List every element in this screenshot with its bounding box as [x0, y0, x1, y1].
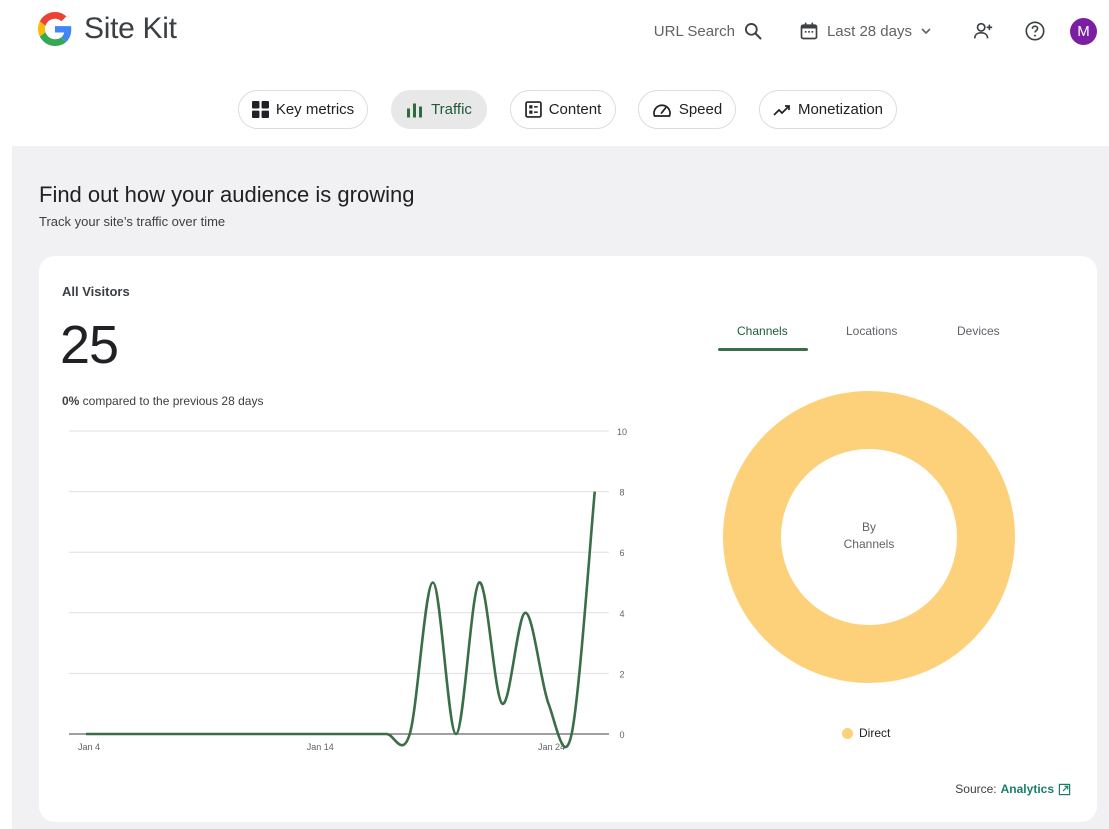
y-tick-label: 6 [619, 548, 624, 558]
tab-label: Key metrics [275, 101, 355, 118]
tab-label: Speed [678, 101, 723, 118]
tab-traffic[interactable]: Traffic [391, 90, 487, 129]
comparison-text: 0% compared to the previous 28 days [62, 394, 263, 408]
section-title: Find out how your audience is growing [39, 182, 415, 207]
section-subtitle: Track your site’s traffic over time [39, 214, 226, 229]
calendar-icon [800, 22, 818, 40]
analytics-link[interactable]: Analytics [1001, 782, 1054, 796]
x-tick-label: Jan 14 [307, 742, 334, 752]
y-tick-label: 0 [619, 730, 624, 740]
donut-center-line1: By [861, 520, 876, 534]
comparison-value: 0% [62, 394, 80, 408]
url-search-button[interactable]: URL Search [654, 21, 763, 41]
tab-label: Monetization [797, 101, 884, 118]
chevron-down-icon [921, 28, 931, 35]
add-user-button[interactable] [966, 14, 1000, 48]
tab-channels[interactable]: Channels [737, 324, 788, 338]
card-label: All Visitors [62, 284, 130, 299]
speedometer-icon [652, 103, 671, 117]
add-user-icon [973, 22, 993, 39]
legend-label: Direct [859, 726, 891, 740]
tab-content[interactable]: Content [510, 90, 616, 129]
donut-center-line2: Channels [843, 537, 895, 551]
brand[interactable]: Site Kit [38, 12, 177, 46]
donut-center-label: By Channels [723, 519, 1015, 553]
google-logo-icon [38, 12, 72, 46]
tab-key-metrics[interactable]: Key metrics [238, 90, 368, 129]
help-button[interactable] [1018, 14, 1052, 48]
y-tick-label: 2 [619, 669, 624, 679]
source-attribution: Source: Analytics [955, 782, 1071, 796]
document-icon [524, 101, 542, 118]
active-tab-indicator [718, 348, 808, 351]
tab-monetization[interactable]: Monetization [759, 90, 897, 129]
tab-speed[interactable]: Speed [638, 90, 736, 129]
date-range-label: Last 28 days [826, 22, 912, 40]
source-label: Source: [955, 782, 997, 796]
y-tick-label: 8 [619, 488, 624, 498]
bar-chart-icon [407, 103, 423, 118]
tab-locations[interactable]: Locations [846, 324, 897, 338]
trending-up-icon [773, 104, 790, 116]
traffic-section: Find out how your audience is growing Tr… [12, 146, 1109, 829]
external-link-icon[interactable] [1058, 783, 1071, 796]
date-range-selector[interactable]: Last 28 days [799, 21, 932, 41]
grid-icon [251, 101, 269, 118]
y-tick-label: 10 [617, 427, 627, 437]
all-visitors-card: All Visitors 25 0% compared to the previ… [39, 256, 1097, 822]
donut-legend: Direct [842, 726, 890, 740]
tab-label: Traffic [431, 101, 472, 118]
brand-title: Site Kit [84, 12, 177, 45]
dashboard-tabs: Key metrics Traffic Content Speed Moneti… [0, 90, 1109, 130]
search-icon [744, 23, 762, 40]
visitors-series-line [86, 491, 597, 749]
avatar[interactable]: M [1070, 17, 1097, 45]
legend-swatch [842, 727, 853, 739]
top-bar: Site Kit URL Search Last 28 days M [0, 0, 1109, 64]
x-tick-label: Jan 4 [78, 742, 100, 752]
tab-label: Content [548, 101, 602, 118]
comparison-suffix: compared to the previous 28 days [79, 394, 264, 408]
tab-devices[interactable]: Devices [957, 324, 1000, 338]
url-search-label: URL Search [653, 22, 735, 40]
help-icon [1025, 21, 1045, 41]
visitors-line-chart: 0246810Jan 4 Jan 14 Jan 24 [69, 427, 627, 752]
y-tick-label: 4 [619, 609, 624, 619]
visitors-total: 25 [60, 315, 119, 375]
